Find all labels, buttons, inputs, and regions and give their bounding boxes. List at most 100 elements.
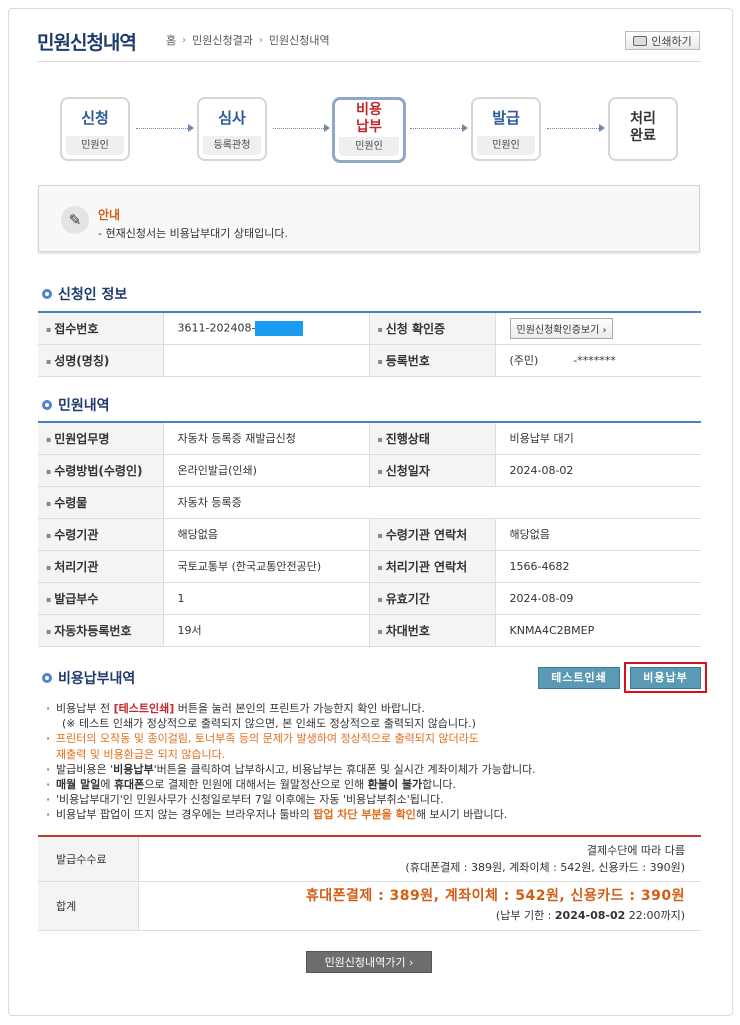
step-sub: 민원인 (66, 136, 124, 155)
row-value: 해당없음 (162, 518, 370, 551)
section-applicant: 신청인 정보 (42, 284, 127, 304)
breadcrumb-home[interactable]: 홈 (166, 32, 176, 48)
step-arrow-icon (136, 124, 194, 132)
row-value: (주민) -******* (494, 344, 701, 377)
print-button[interactable]: 인쇄하기 (625, 31, 700, 50)
row-header: 유효기간 (369, 582, 495, 615)
go-to-list-button[interactable]: 민원신청내역가기 › (306, 951, 432, 973)
row-header: 수령물 (38, 486, 163, 519)
chevron-right-icon: › (182, 34, 187, 46)
breadcrumb-result[interactable]: 민원신청결과 (192, 32, 253, 48)
step-arrow-icon (410, 124, 468, 132)
row-value: 자동차 등록증 (162, 486, 701, 519)
receipt-number: 3611-202408- (177, 321, 256, 335)
row-header: 민원업무명 (38, 422, 163, 455)
row-value: 1566-4682 (494, 550, 701, 583)
table-row: 성명(명칭) 등록번호 (주민) -******* (38, 344, 701, 377)
list-item: (※ 테스트 인쇄가 정상적으로 출력되지 않으면, 본 인쇄도 정상적으로 출… (62, 717, 476, 731)
row-value (162, 344, 370, 377)
breadcrumb-current: 민원신청내역 (268, 34, 330, 47)
table-row: 자동차등록번호 19서 차대번호 KNMA4C2BMEP (38, 614, 701, 647)
chevron-right-icon: › (258, 34, 263, 46)
fee-notes: 비용납부 전 [테스트인쇄] 버튼을 눌러 본인의 프린트가 가능한지 확인 바… (46, 701, 706, 823)
row-value: 19서 (162, 614, 370, 647)
row-value: 국토교통부 (한국교통안전공단) (162, 550, 370, 583)
table-row: 민원업무명 자동차 등록증 재발급신청 진행상태 비용납부 대기 (38, 422, 701, 455)
row-header: 발급부수 (38, 582, 163, 615)
section-title: 민원내역 (58, 398, 110, 414)
list-item: 발급비용은 '비용납부'버튼을 클릭하여 납부하시고, 비용납부는 휴대폰 및 … (46, 762, 706, 777)
step-label: 신청 (81, 109, 109, 127)
fee-table: 발급수수료 결제수단에 따라 다름 (휴대폰결제 : 389원, 계좌이체 : … (38, 835, 701, 931)
total-label: 합계 (38, 881, 138, 931)
list-item: 프린터의 오작동 및 종이걸림, 토너부족 등의 문제가 발생하여 정상적으로 … (46, 731, 706, 746)
breadcrumb: 홈 › 민원신청결과 › 민원신청내역 (166, 32, 330, 48)
row-value: 1 (162, 582, 370, 615)
step-sub: 민원인 (477, 136, 535, 155)
step-issue: 발급 민원인 (471, 97, 541, 161)
step-label: 심사 (218, 109, 246, 127)
row-header: 등록번호 (369, 344, 495, 377)
table-row: 접수번호 3611-202408- 신청 확인증 민원신청확인증보기 › (38, 312, 701, 345)
table-row: 발급수수료 결제수단에 따라 다름 (휴대폰결제 : 389원, 계좌이체 : … (38, 836, 701, 882)
row-header: 수령방법(수령인) (38, 454, 163, 487)
pay-button[interactable]: 비용납부 (630, 667, 701, 689)
test-print-button[interactable]: 테스트인쇄 (538, 667, 620, 689)
list-item: '비용납부대기'인 민원사무가 신청일로부터 7일 이후에는 자동 '비용납부취… (46, 792, 706, 807)
fee-note: 결제수단에 따라 다름 (586, 843, 685, 857)
step-complete: 처리 완료 (608, 97, 678, 161)
fee-label: 발급수수료 (38, 836, 138, 882)
step-sub: 민원인 (339, 137, 399, 156)
row-header: 자동차등록번호 (38, 614, 163, 647)
bullet-icon (42, 673, 52, 683)
page-title: 민원신청내역 (37, 32, 137, 54)
section-fee: 비용납부내역 (42, 668, 135, 688)
title-divider (37, 61, 701, 62)
row-header: 처리기관 (38, 550, 163, 583)
row-value: 자동차 등록증 재발급신청 (162, 422, 370, 455)
step-payment: 비용 납부 민원인 (332, 97, 406, 163)
row-value: 해당없음 (494, 518, 701, 551)
table-row: 수령물 자동차 등록증 (38, 486, 701, 519)
step-label: 비용 납부 (356, 102, 382, 135)
note-icon: ✎ (61, 206, 89, 234)
fee-value: 결제수단에 따라 다름 (휴대폰결제 : 389원, 계좌이체 : 542원, … (137, 836, 701, 882)
step-arrow-icon (547, 124, 605, 132)
row-header: 진행상태 (369, 422, 495, 455)
row-value: 온라인발급(인쇄) (162, 454, 370, 487)
row-value: 민원신청확인증보기 › (494, 312, 701, 345)
table-row: 수령기관 해당없음 수령기관 연락처 해당없음 (38, 518, 701, 551)
list-item: 비용납부 팝업이 뜨지 않는 경우에는 브라우저나 툴바의 팝업 차단 부분을 … (46, 807, 706, 822)
fee-detail: (휴대폰결제 : 389원, 계좌이체 : 542원, 신용카드 : 390원) (405, 860, 685, 874)
section-civil: 민원내역 (42, 395, 110, 415)
step-label: 처리 완료 (630, 111, 656, 144)
step-label: 발급 (492, 109, 520, 127)
applicant-table: 접수번호 3611-202408- 신청 확인증 민원신청확인증보기 › 성명(… (38, 311, 701, 377)
printer-icon (633, 35, 648, 46)
view-receipt-button[interactable]: 민원신청확인증보기 › (509, 317, 614, 339)
step-arrow-icon (273, 124, 330, 132)
notice-box: ✎ 안내 - 현재신청서는 비용납부대기 상태입니다. (38, 185, 700, 252)
table-row: 합계 휴대폰결제 : 389원, 계좌이체 : 542원, 신용카드 : 390… (38, 881, 701, 931)
print-label: 인쇄하기 (651, 34, 692, 48)
row-header: 신청일자 (369, 454, 495, 487)
deadline: (납부 기한 : 2024-08-02 22:00까지) (495, 908, 685, 922)
list-item: 재출력 및 비용환급은 되지 않습니다. (56, 747, 226, 761)
row-value: 2024-08-09 (494, 582, 701, 615)
row-header: 차대번호 (369, 614, 495, 647)
total-value: 휴대폰결제 : 389원, 계좌이체 : 542원, 신용카드 : 390원 (… (137, 881, 701, 931)
table-row: 수령방법(수령인) 온라인발급(인쇄) 신청일자 2024-08-02 (38, 454, 701, 487)
step-review: 심사 등록관청 (197, 97, 267, 161)
row-header: 성명(명칭) (38, 344, 163, 377)
section-title: 비용납부내역 (58, 671, 136, 687)
row-value: 비용납부 대기 (494, 422, 701, 455)
table-row: 처리기관 국토교통부 (한국교통안전공단) 처리기관 연락처 1566-4682 (38, 550, 701, 583)
notice-text: - 현재신청서는 비용납부대기 상태입니다. (98, 227, 288, 240)
row-value: 2024-08-02 (494, 454, 701, 487)
civil-table: 민원업무명 자동차 등록증 재발급신청 진행상태 비용납부 대기 수령방법(수령… (38, 421, 701, 647)
total-amount: 휴대폰결제 : 389원, 계좌이체 : 542원, 신용카드 : 390원 (305, 887, 685, 904)
table-row: 발급부수 1 유효기간 2024-08-09 (38, 582, 701, 615)
step-sub: 등록관청 (203, 136, 261, 155)
row-value: 3611-202408- (162, 312, 370, 345)
bullet-icon (42, 289, 52, 299)
